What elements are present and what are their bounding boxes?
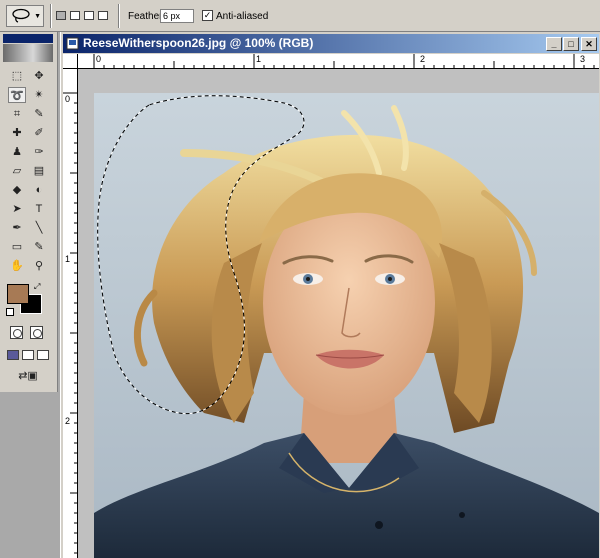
zoom-tool[interactable]: ⚲ <box>30 258 48 274</box>
history-brush-icon: ✑ <box>34 146 44 158</box>
crop-tool[interactable]: ⌗ <box>8 106 26 122</box>
image-canvas[interactable] <box>78 69 599 558</box>
ruler-label: 3 <box>580 54 586 64</box>
eraser-tool[interactable]: ▱ <box>8 163 26 179</box>
new-selection-button[interactable] <box>56 11 66 20</box>
document-window: ReeseWitherspoon26.jpg @ 100% (RGB) _ □ … <box>60 32 600 558</box>
hand-icon: ✋ <box>10 260 24 272</box>
full-screen-menu-mode-button[interactable] <box>22 350 34 360</box>
move-tool[interactable]: ✥ <box>30 68 48 84</box>
eyedropper-tool[interactable]: ✎ <box>30 239 48 255</box>
lasso-icon: ➰ <box>10 90 24 102</box>
maximize-button[interactable]: □ <box>563 37 579 51</box>
history-brush-tool[interactable]: ✑ <box>30 144 48 160</box>
document-titlebar[interactable]: ReeseWitherspoon26.jpg @ 100% (RGB) _ □ … <box>63 34 599 53</box>
tool-preset-picker[interactable]: ▼ <box>6 5 44 27</box>
chevron-down-icon: ▼ <box>34 13 41 20</box>
jump-to-imageready-button[interactable]: ⇄▣ <box>9 368 47 384</box>
feather-input[interactable]: 6 px <box>160 9 194 23</box>
ruler-ticks-h <box>93 54 595 68</box>
default-colors-icon[interactable] <box>6 308 14 316</box>
rectangular-marquee-icon: ⬚ <box>11 70 23 82</box>
intersect-selection-button[interactable] <box>98 11 108 20</box>
swap-colors-icon[interactable]: ⤢ <box>34 282 40 292</box>
healing-brush-tool[interactable]: ✚ <box>8 125 26 141</box>
separator <box>118 4 120 28</box>
ruler-label: 0 <box>65 94 71 104</box>
brush-tool[interactable]: ✐ <box>30 125 48 141</box>
ruler-ticks-v <box>63 92 77 554</box>
clone-stamp-tool[interactable]: ♟ <box>8 144 26 160</box>
gradient-icon: ▤ <box>33 165 45 177</box>
rectangular-marquee-tool[interactable]: ⬚ <box>8 68 26 84</box>
toolbox: ⬚ ✥ ➰ ✴ ⌗ ✎ ✚ ✐ ♟ ✑ ▱ ▤ ◆ ◐ ➤ T ✒ ╲ ▭ ✎ ✋ ⚲ ⤢ ⇄▣ <box>0 32 58 392</box>
dodge-icon: ◐ <box>35 184 43 196</box>
magic-wand-icon: ✴ <box>34 89 44 101</box>
type-tool[interactable]: T <box>30 201 48 217</box>
subtract-from-selection-button[interactable] <box>84 11 94 20</box>
standard-mode-button[interactable] <box>10 326 23 339</box>
crop-icon: ⌗ <box>13 108 21 120</box>
separator <box>50 4 52 28</box>
add-to-selection-button[interactable] <box>70 11 80 20</box>
healing-brush-icon: ✚ <box>12 127 22 139</box>
dodge-tool[interactable]: ◐ <box>30 182 48 198</box>
toolbox-titlebar[interactable] <box>3 34 53 43</box>
slice-tool[interactable]: ✎ <box>30 106 48 122</box>
line-tool[interactable]: ╲ <box>30 220 48 236</box>
notes-icon: ▭ <box>11 241 23 253</box>
brush-icon: ✐ <box>34 127 44 139</box>
zoom-icon: ⚲ <box>34 260 44 272</box>
pen-tool[interactable]: ✒ <box>8 220 26 236</box>
notes-tool[interactable]: ▭ <box>8 239 26 255</box>
magic-wand-tool[interactable]: ✴ <box>30 87 48 103</box>
ruler-label: 1 <box>65 254 71 264</box>
document-title: ReeseWitherspoon26.jpg @ 100% (RGB) <box>83 36 314 50</box>
document-icon <box>66 37 79 50</box>
foreground-color-swatch[interactable] <box>7 284 29 304</box>
clone-stamp-icon: ♟ <box>12 146 22 158</box>
slice-icon: ✎ <box>34 108 44 120</box>
horizontal-ruler[interactable]: 0 1 2 3 <box>78 54 599 69</box>
move-icon: ✥ <box>34 70 44 82</box>
blur-tool[interactable]: ◆ <box>8 182 26 198</box>
ruler-label: 2 <box>65 416 71 426</box>
ruler-label: 0 <box>96 54 102 64</box>
anti-aliased-checkbox[interactable]: ✓ <box>202 10 213 21</box>
lasso-icon <box>12 8 30 23</box>
blur-icon: ◆ <box>12 184 22 196</box>
vertical-ruler[interactable]: 0 1 2 <box>63 69 78 558</box>
quick-mask-mode-button[interactable] <box>30 326 43 339</box>
line-icon: ╲ <box>35 222 43 234</box>
full-screen-mode-button[interactable] <box>37 350 49 360</box>
photoshop-logo[interactable] <box>3 44 53 62</box>
eraser-icon: ▱ <box>12 165 22 177</box>
ruler-label: 1 <box>256 54 262 64</box>
imageready-icon: ⇄▣ <box>18 370 38 382</box>
anti-aliased-label: Anti-aliased <box>216 11 269 22</box>
standard-screen-mode-button[interactable] <box>7 350 19 360</box>
hand-tool[interactable]: ✋ <box>8 258 26 274</box>
path-selection-tool[interactable]: ➤ <box>8 201 26 217</box>
gradient-tool[interactable]: ▤ <box>30 163 48 179</box>
type-icon: T <box>35 203 43 215</box>
options-bar: ▼ Feather: 6 px ✓ Anti-aliased <box>0 0 600 32</box>
close-button[interactable]: ✕ <box>581 37 597 51</box>
path-selection-icon: ➤ <box>12 203 22 215</box>
lasso-tool[interactable]: ➰ <box>8 87 26 103</box>
eyedropper-icon: ✎ <box>34 241 44 253</box>
minimize-button[interactable]: _ <box>546 37 562 51</box>
portrait-photo[interactable] <box>94 93 599 558</box>
ruler-label: 2 <box>420 54 426 64</box>
pen-icon: ✒ <box>12 222 22 234</box>
ruler-origin[interactable] <box>63 54 78 69</box>
